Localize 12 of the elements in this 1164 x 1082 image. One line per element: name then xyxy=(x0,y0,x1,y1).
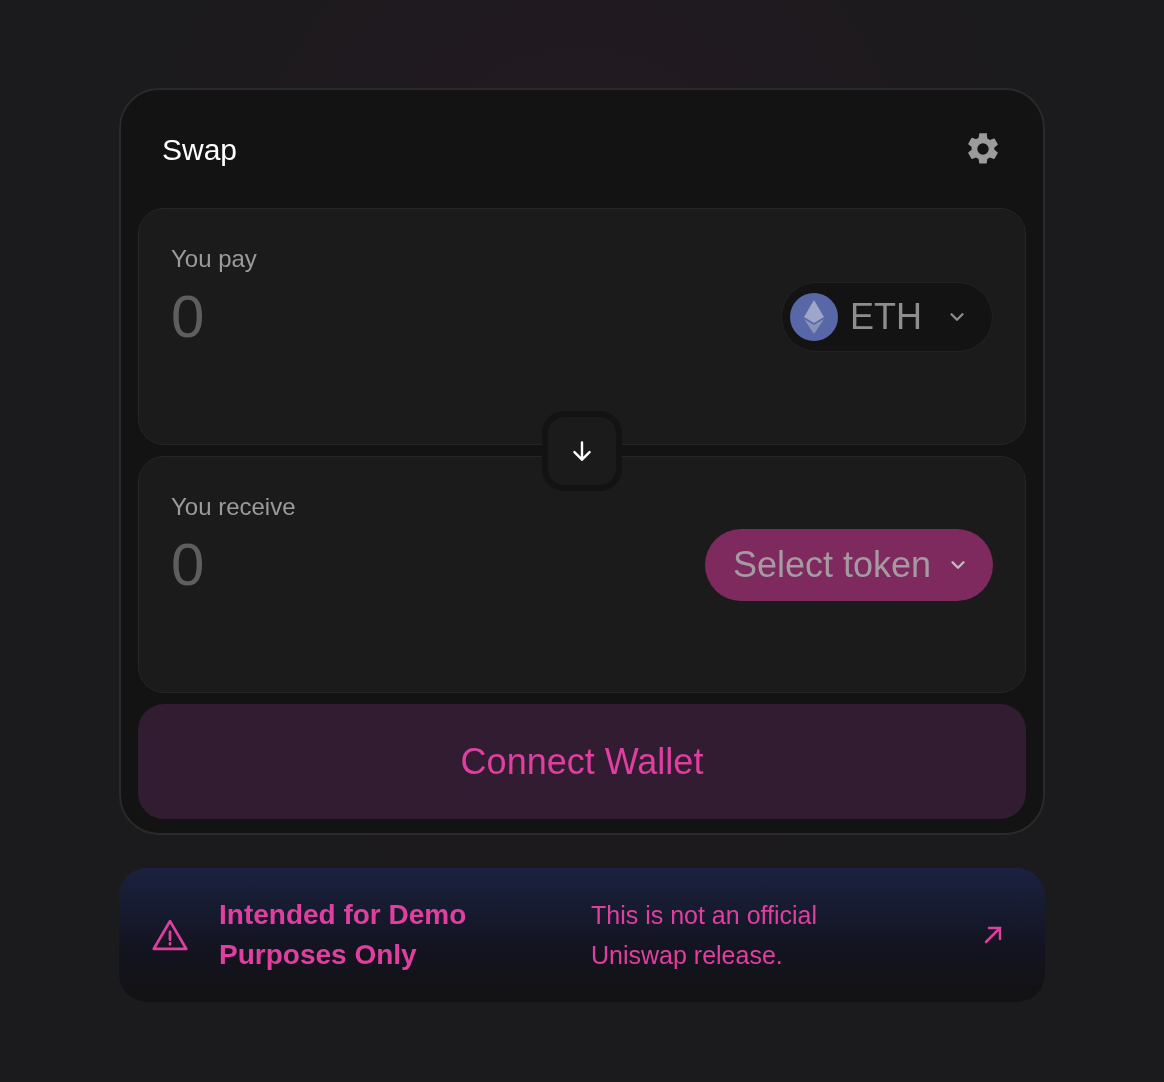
card-title: Swap xyxy=(162,131,238,168)
banner-title: Intended for Demo Purposes Only xyxy=(219,898,468,972)
token-selector[interactable]: ETH xyxy=(781,282,993,352)
panel-label: You pay xyxy=(171,244,258,274)
panel-label: You receive xyxy=(171,492,297,522)
select-token-button[interactable]: Select token xyxy=(704,529,993,601)
ether-coin-icon xyxy=(790,293,838,341)
amount-field[interactable]: 0 xyxy=(171,529,471,601)
warning-icon xyxy=(151,918,189,952)
connect-wallet-button[interactable]: Connect Wallet xyxy=(138,704,1026,819)
amount-field[interactable]: 0 xyxy=(171,281,471,353)
banner-message: This is not an official Uniswap release. xyxy=(591,900,819,971)
